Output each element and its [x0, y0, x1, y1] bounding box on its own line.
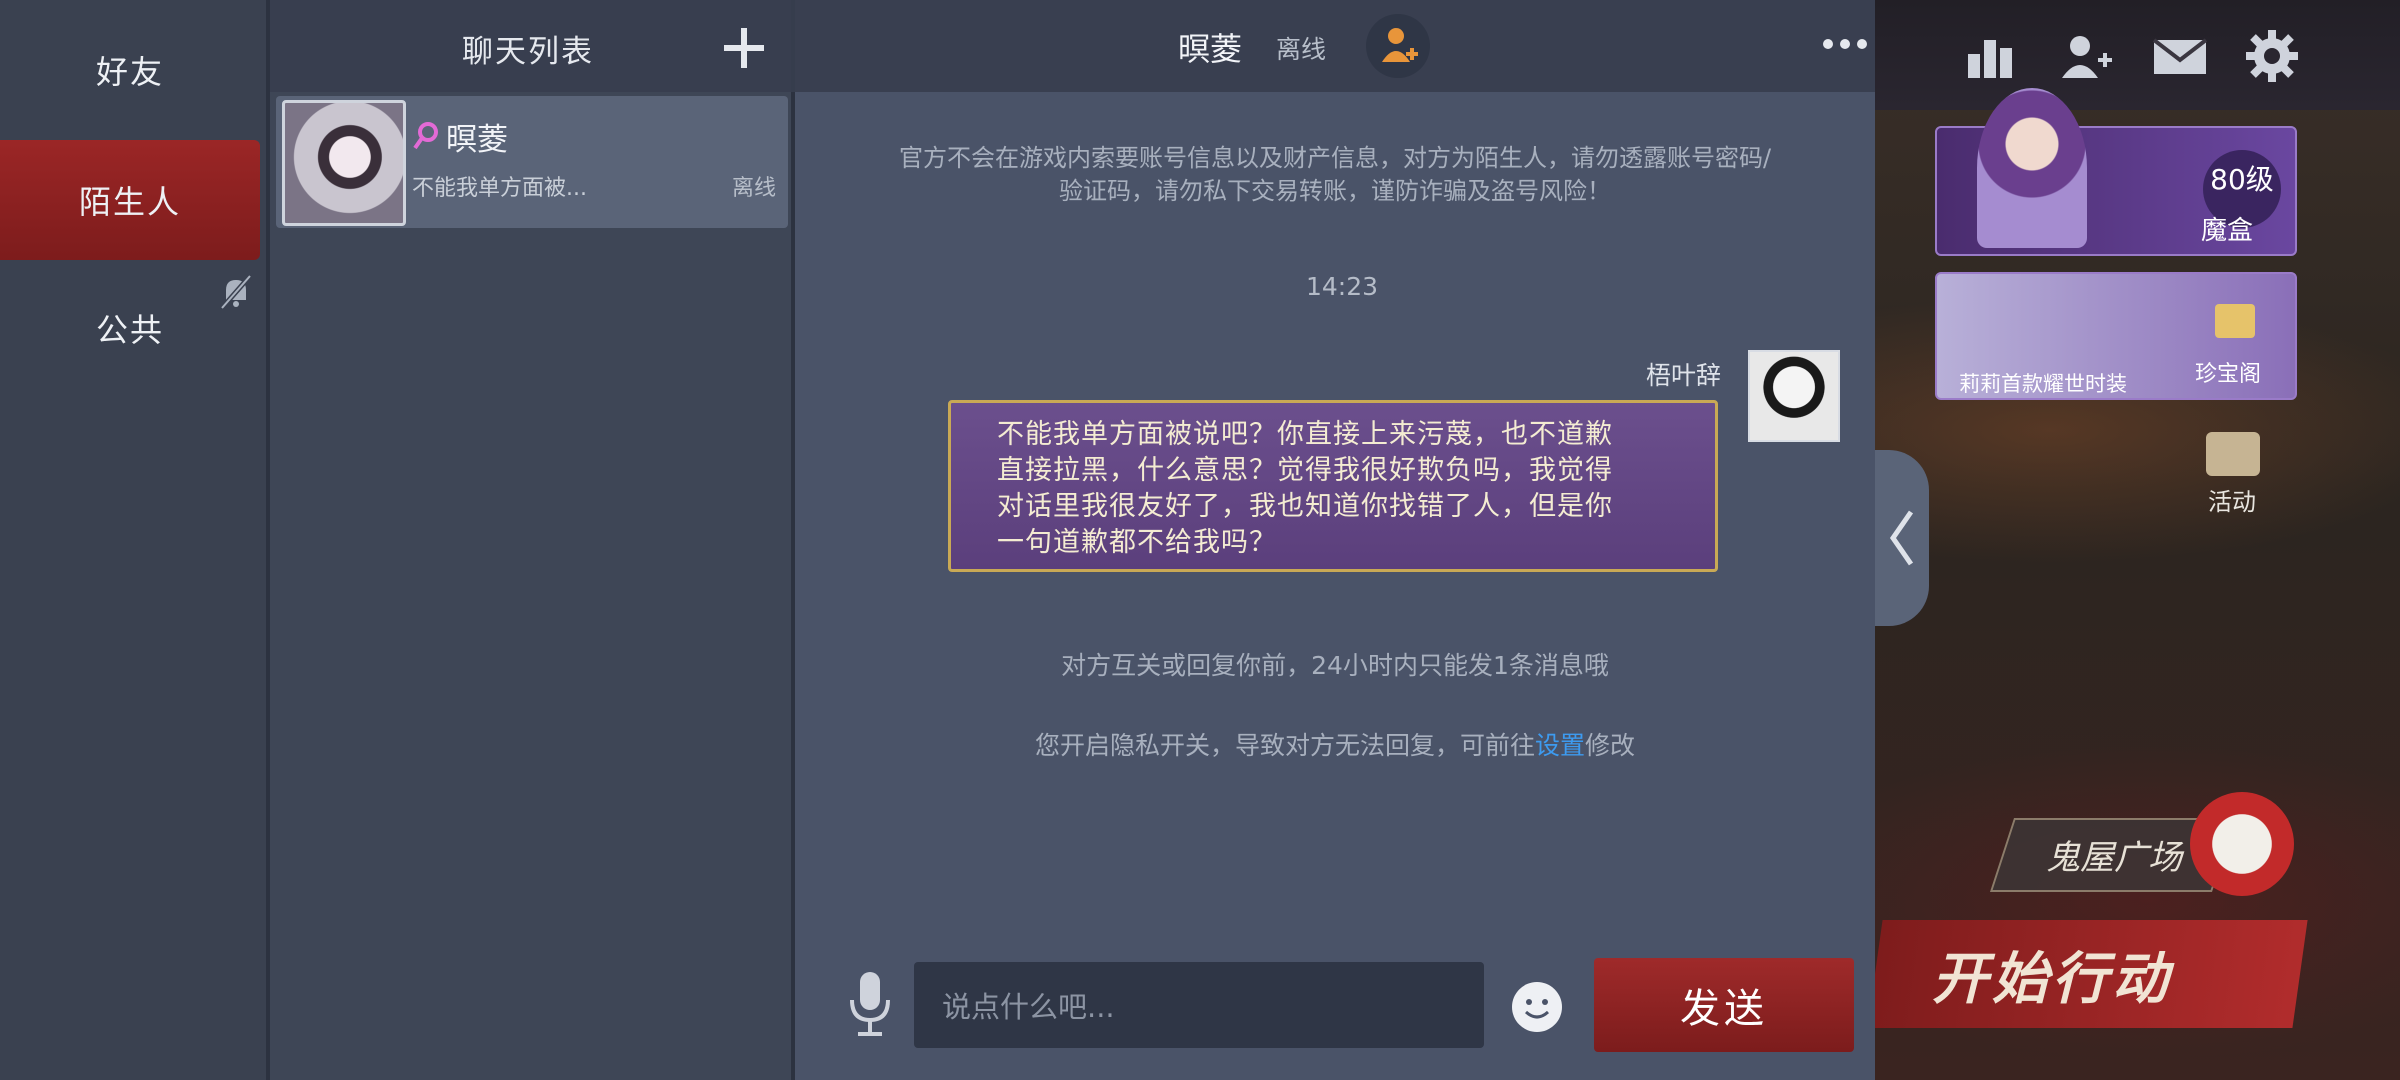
chat-list-title: 聊天列表: [462, 34, 594, 70]
privacy-notice-prefix: 您开启隐私开关，导致对方无法回复，可前往: [1034, 731, 1535, 760]
add-user-icon[interactable]: [2058, 28, 2114, 84]
chat-contact-name: 暝菱: [1178, 30, 1243, 68]
add-friend-icon[interactable]: [1366, 14, 1430, 78]
privacy-notice: 您开启隐私开关，导致对方无法回复，可前往设置修改: [890, 726, 1780, 762]
collapse-chat-handle[interactable]: [1875, 450, 1929, 626]
plus-icon[interactable]: [722, 26, 766, 74]
send-button-label: 发送: [1680, 986, 1768, 1032]
settings-link[interactable]: 设置: [1535, 731, 1585, 760]
plaza-label[interactable]: 鬼屋广场: [2046, 830, 2182, 879]
privacy-notice-suffix: 修改: [1585, 731, 1636, 760]
tab-strangers-label: 陌生人: [78, 183, 181, 221]
security-warning: 官方不会在游戏内索要账号信息以及财产信息，对方为陌生人，请勿透露账号密码/验证码…: [898, 144, 1772, 205]
message-limit-notice: 对方互关或回复你前，24小时内只能发1条消息哦: [1061, 651, 1609, 680]
avatar: [282, 100, 406, 226]
chat-contact-status: 离线: [1276, 35, 1327, 64]
treasure-icon: [2215, 304, 2255, 338]
message-input[interactable]: 说点什么吧...: [914, 962, 1484, 1048]
leaderboard-icon[interactable]: [1962, 28, 2018, 84]
tab-public-label: 公共: [95, 311, 164, 349]
activity-label[interactable]: 活动: [2208, 482, 2256, 517]
message-preview: 不能我单方面被...: [412, 176, 587, 201]
divider: [791, 0, 795, 1080]
divider: [266, 0, 270, 1080]
tab-strangers[interactable]: 陌生人: [0, 140, 260, 260]
message-line: 直接拉黑，什么意思？觉得我很好欺负吗，我觉得: [997, 455, 1613, 486]
treasure-pavilion-card[interactable]: 珍宝阁 莉莉首款耀世时装: [1935, 272, 2297, 400]
message-line: 一句道歉都不给我吗？: [997, 527, 1277, 558]
message-line: 对话里我很友好了，我也知道你找错了人，但是你: [997, 491, 1613, 522]
chevron-left-icon: [1889, 510, 1914, 566]
ghost-mask-icon: [2190, 792, 2294, 896]
level-label: 80级: [2210, 163, 2274, 196]
contact-status: 离线: [732, 176, 777, 201]
gear-icon[interactable]: [2244, 28, 2300, 84]
emoji-smile-icon[interactable]: [1510, 980, 1564, 1038]
contact-name: 暝菱: [446, 122, 508, 158]
message-bubble: 不能我单方面被说吧？你直接上来污蔑，也不道歉 直接拉黑，什么意思？觉得我很好欺负…: [948, 400, 1718, 572]
mystery-box-card[interactable]: 80级 魔盒: [1935, 88, 2297, 256]
message-input-placeholder: 说点什么吧...: [942, 990, 1115, 1024]
character-portrait: [1977, 88, 2087, 248]
start-action-label[interactable]: 开始行动: [1932, 934, 2172, 1015]
promo-text: 莉莉首款耀世时装: [1959, 372, 2127, 396]
message-timestamp: 14:23: [1306, 272, 1379, 301]
game-top-bar: [1875, 0, 2400, 110]
message-line: 不能我单方面被说吧？你直接上来污蔑，也不道歉: [997, 419, 1613, 450]
tab-friends-label: 好友: [95, 53, 164, 91]
mystery-box-label: 魔盒: [2201, 216, 2254, 246]
magnifier-search-icon: [412, 120, 440, 156]
more-dots-icon[interactable]: [1820, 36, 1870, 56]
treasure-label: 珍宝阁: [2195, 362, 2262, 387]
send-button[interactable]: 发送: [1594, 958, 1854, 1052]
tab-friends[interactable]: 好友: [0, 10, 260, 130]
microphone-icon[interactable]: [846, 970, 894, 1042]
bell-off-icon: [216, 272, 256, 316]
mail-icon[interactable]: [2152, 28, 2208, 84]
sender-avatar[interactable]: [1748, 350, 1840, 442]
activity-icon[interactable]: [2206, 432, 2260, 476]
sender-name: 梧叶辞: [1646, 361, 1722, 390]
